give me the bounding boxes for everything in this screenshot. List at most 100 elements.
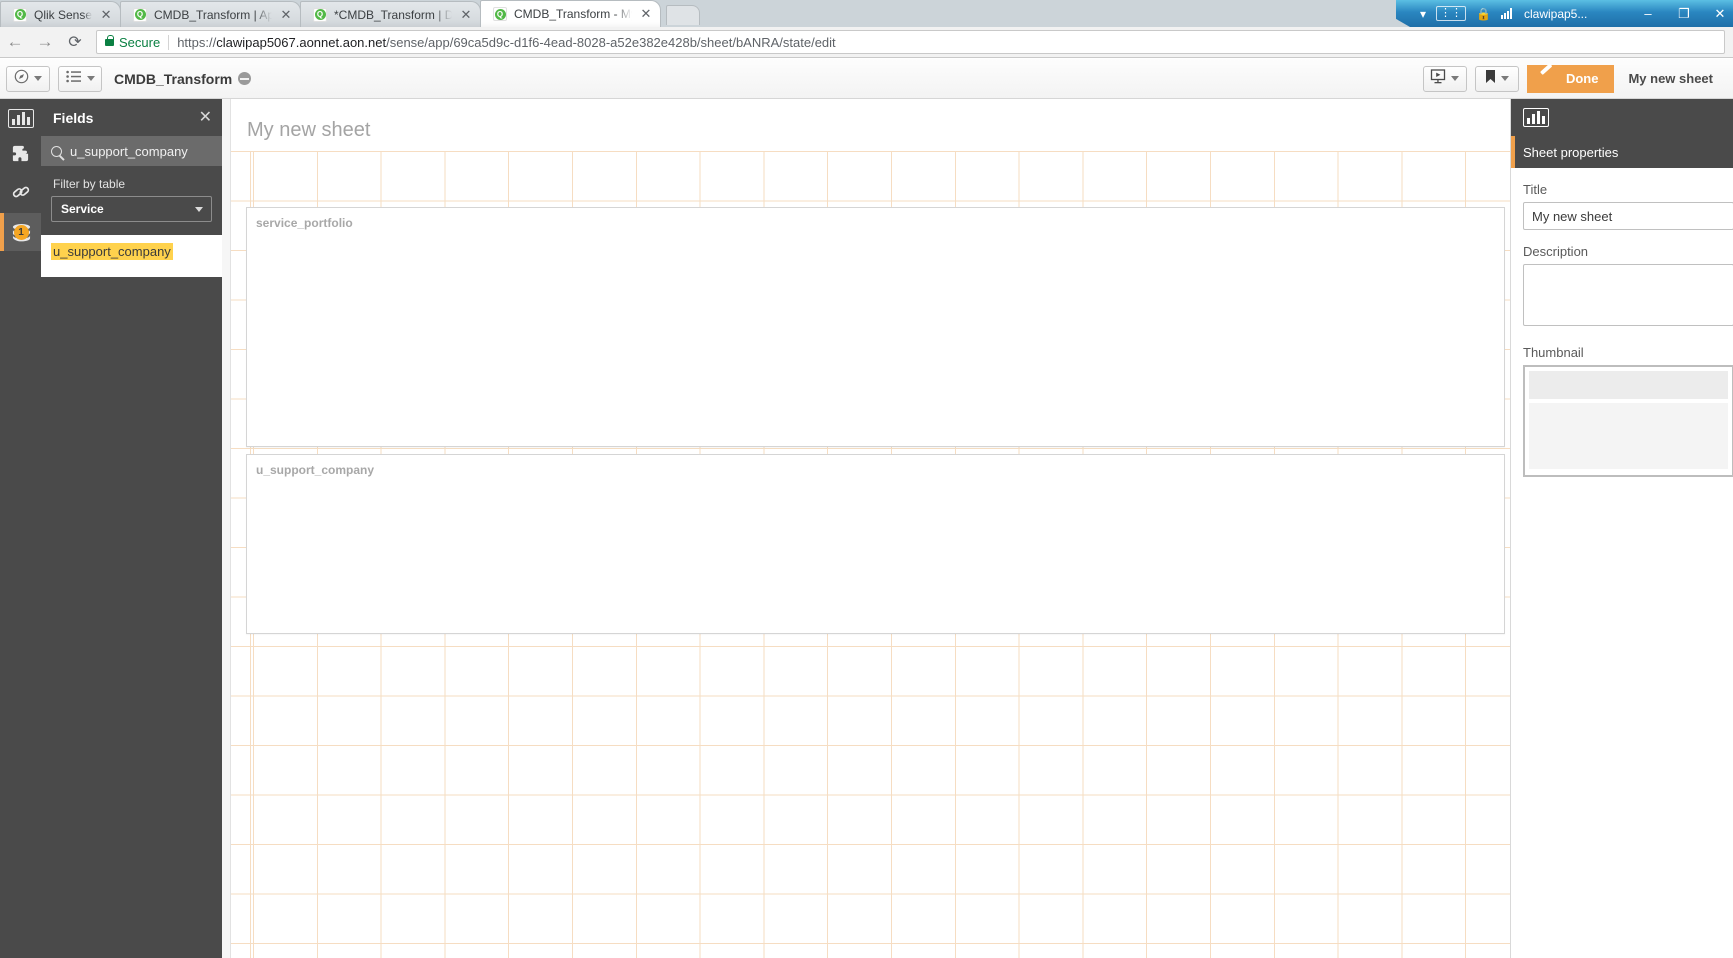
link-icon bbox=[11, 182, 31, 207]
lock-icon bbox=[105, 34, 114, 46]
fields-panel: Fields ✕ ✕ Filter by table Service u_sup… bbox=[41, 99, 267, 958]
database-icon: 1 bbox=[11, 223, 31, 242]
done-label: Done bbox=[1565, 71, 1599, 86]
rail-item-fields[interactable]: 1 bbox=[0, 213, 41, 251]
browser-tab[interactable]: Q Qlik Sense ✕ bbox=[0, 1, 122, 27]
fields-count-badge: 1 bbox=[13, 225, 29, 240]
address-bar[interactable]: Secure https://clawipap5067.aonnet.aon.n… bbox=[96, 30, 1725, 54]
sheet-list-button[interactable] bbox=[58, 65, 102, 92]
url-scheme: https:// bbox=[177, 34, 217, 50]
divider bbox=[168, 34, 170, 50]
browser-tab[interactable]: Q *CMDB_Transform | Data ✕ bbox=[300, 1, 482, 27]
thumbnail-label: Thumbnail bbox=[1523, 345, 1584, 360]
tab-sheet-properties-label: Sheet properties bbox=[1523, 144, 1619, 160]
back-icon[interactable]: ← bbox=[0, 27, 30, 58]
title-input[interactable] bbox=[1523, 202, 1733, 230]
close-button[interactable]: ✕ bbox=[1707, 6, 1733, 22]
storytelling-icon bbox=[1430, 68, 1446, 89]
search-input[interactable] bbox=[70, 143, 246, 159]
storytelling-button[interactable] bbox=[1422, 65, 1467, 92]
app-title: CMDB_Transform bbox=[114, 70, 252, 87]
chart-placeholder[interactable]: service_portfolio bbox=[246, 207, 1505, 447]
reload-icon[interactable]: ⟳ bbox=[60, 27, 90, 58]
chevron-down-icon bbox=[1451, 76, 1460, 81]
browser-tab-title: *CMDB_Transform | Data bbox=[334, 7, 453, 22]
close-icon[interactable]: ✕ bbox=[278, 7, 294, 23]
bookmark-button[interactable] bbox=[1474, 65, 1519, 92]
thumbnail-top-block bbox=[1529, 371, 1728, 399]
qlik-icon: Q bbox=[133, 7, 148, 22]
browser-tab-title: Qlik Sense bbox=[34, 7, 93, 22]
sheet-canvas-area: My new sheet service_portfolio u_support… bbox=[222, 99, 1510, 958]
navigation-menu-button[interactable] bbox=[6, 65, 50, 92]
browser-tab-strip: Q Qlik Sense ✕ Q CMDB_Transform | App o … bbox=[0, 0, 1733, 27]
fields-list: u_support_company bbox=[41, 235, 222, 277]
chart-placeholder-label: service_portfolio bbox=[256, 216, 353, 230]
url-host: clawipap5067.aonnet.aon.net bbox=[216, 34, 387, 50]
sheet-list-icon bbox=[65, 70, 82, 88]
puzzle-piece-icon bbox=[11, 144, 30, 168]
close-icon[interactable]: ✕ bbox=[98, 7, 114, 23]
close-icon[interactable]: ✕ bbox=[199, 109, 212, 126]
minimize-button[interactable]: – bbox=[1635, 6, 1661, 21]
rail-item-custom-objects[interactable] bbox=[0, 175, 41, 213]
properties-panel: Sheet properties Title Description Thumb… bbox=[1510, 99, 1733, 958]
browser-tab-title: CMDB_Transform | App o bbox=[154, 7, 273, 22]
restore-button[interactable]: ❐ bbox=[1671, 6, 1697, 22]
rail-item-charts[interactable] bbox=[0, 99, 41, 137]
toolbar-right-group: Done My new sheet bbox=[1422, 59, 1727, 99]
app-name-label: CMDB_Transform bbox=[114, 70, 233, 87]
signal-icon bbox=[1500, 8, 1512, 19]
tab-sheet-properties[interactable]: Sheet properties bbox=[1511, 136, 1733, 168]
list-item[interactable]: u_support_company bbox=[51, 243, 173, 260]
qlik-icon: Q bbox=[13, 7, 27, 22]
remote-desktop-window-controls: ▾ ⋮⋮ 🔒 clawipap5... – ❐ ✕ bbox=[1396, 0, 1733, 27]
url-text: https://clawipap5067.aonnet.aon.net/sens… bbox=[177, 35, 835, 50]
filter-by-table-dropdown[interactable]: Service bbox=[51, 196, 212, 222]
sheet-name-label: My new sheet bbox=[1628, 71, 1713, 86]
rail-item-master-items[interactable] bbox=[0, 137, 41, 175]
browser-tab-title: CMDB_Transform - My n bbox=[514, 7, 633, 21]
chart-placeholder-label: u_support_company bbox=[256, 463, 375, 477]
thumbnail-preview[interactable] bbox=[1523, 365, 1733, 477]
sheet-grid: service_portfolio u_support_company bbox=[231, 151, 1510, 958]
sheet-chart-icon bbox=[1523, 108, 1549, 127]
navigation-compass-icon bbox=[14, 69, 29, 89]
remote-host-label: clawipap5... bbox=[1523, 6, 1588, 21]
browser-tab[interactable]: Q CMDB_Transform | App o ✕ bbox=[120, 1, 302, 27]
browser-tab-active[interactable]: Q CMDB_Transform - My n ✕ bbox=[480, 0, 662, 27]
chart-placeholder[interactable]: u_support_company bbox=[246, 454, 1505, 634]
done-button[interactable]: Done bbox=[1526, 64, 1615, 93]
qlik-icon: Q bbox=[313, 7, 328, 22]
fields-panel-title: Fields bbox=[53, 109, 94, 126]
lock-icon: 🔒 bbox=[1476, 6, 1491, 21]
description-label: Description bbox=[1523, 244, 1589, 259]
sheet-inner: My new sheet service_portfolio u_support… bbox=[230, 99, 1510, 958]
thumbnail-bottom-block bbox=[1529, 403, 1728, 469]
chevron-down-icon bbox=[195, 206, 203, 212]
chevron-down-icon bbox=[1500, 76, 1509, 81]
qlik-icon: Q bbox=[493, 7, 508, 21]
left-icon-rail: 1 bbox=[0, 99, 41, 958]
pin-icon[interactable]: ⋮⋮ bbox=[1436, 6, 1467, 21]
secure-label: Secure bbox=[119, 34, 161, 50]
app-info-icon[interactable] bbox=[238, 72, 252, 85]
fields-panel-header: Fields ✕ bbox=[41, 99, 222, 136]
properties-panel-body: Title Description Thumbnail bbox=[1511, 168, 1733, 477]
browser-toolbar: ← → ⟳ Secure https://clawipap5067.aonnet… bbox=[0, 27, 1733, 58]
description-textarea[interactable] bbox=[1523, 264, 1733, 326]
chevron-down-icon[interactable]: ▾ bbox=[1420, 8, 1426, 20]
fields-search-row: ✕ bbox=[41, 136, 267, 166]
qlik-toolbar: CMDB_Transform Done My new sheet bbox=[0, 59, 1733, 99]
new-tab-button[interactable] bbox=[666, 5, 701, 25]
close-icon[interactable]: ✕ bbox=[638, 6, 654, 22]
pencil-icon bbox=[1539, 71, 1554, 86]
chevron-down-icon bbox=[34, 76, 42, 81]
forward-icon[interactable]: → bbox=[30, 27, 60, 58]
close-icon[interactable]: ✕ bbox=[458, 7, 474, 23]
filter-by-table-value: Service bbox=[61, 202, 104, 216]
bookmark-icon bbox=[1485, 69, 1496, 89]
properties-panel-header bbox=[1511, 99, 1733, 136]
search-icon bbox=[51, 145, 62, 157]
page-title[interactable]: My new sheet bbox=[231, 99, 1510, 149]
